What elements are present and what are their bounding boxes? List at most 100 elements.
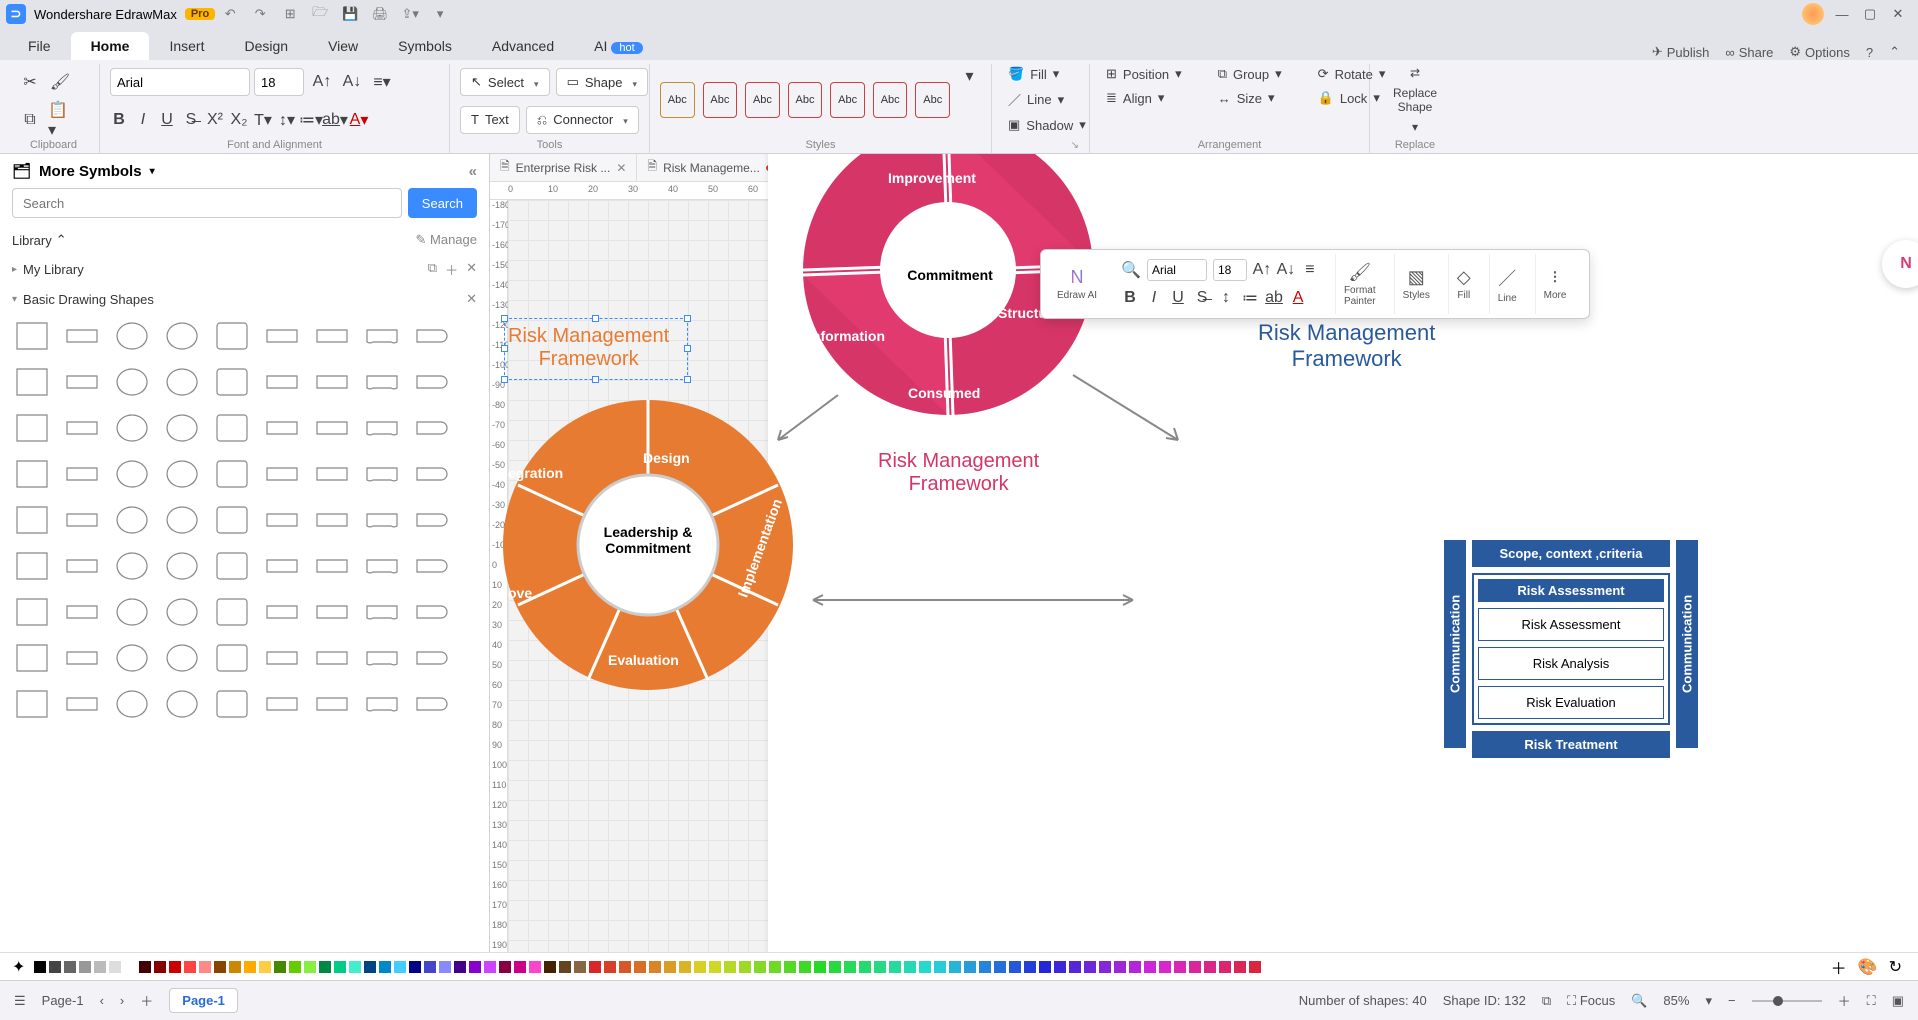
shape-stencil[interactable] xyxy=(12,641,52,675)
color-swatch[interactable] xyxy=(394,961,406,973)
color-swatch[interactable] xyxy=(934,961,946,973)
shape-stencil[interactable] xyxy=(62,503,102,537)
shape-stencil[interactable] xyxy=(62,365,102,399)
replace-shape-button[interactable]: ⇄Replace Shape ▾ xyxy=(1387,64,1443,136)
shape-stencil[interactable] xyxy=(212,595,252,629)
shape-stencil[interactable] xyxy=(412,503,452,537)
minimize-button[interactable]: — xyxy=(1828,3,1856,25)
basic-shapes-header[interactable]: ▾Basic Drawing Shapes✕ xyxy=(0,285,489,313)
ft-bold[interactable]: B xyxy=(1121,286,1139,310)
shape-stencil[interactable] xyxy=(312,503,352,537)
color-swatch[interactable] xyxy=(334,961,346,973)
increase-font-button[interactable]: A↑ xyxy=(310,70,334,94)
color-swatch[interactable] xyxy=(499,961,511,973)
shape-stencil[interactable] xyxy=(62,411,102,445)
ft-highlight[interactable]: ab xyxy=(1265,286,1283,310)
line-button[interactable]: ／ Line ▾ xyxy=(1002,88,1079,111)
color-swatch[interactable] xyxy=(889,961,901,973)
color-swatch[interactable] xyxy=(589,961,601,973)
color-swatch[interactable] xyxy=(979,961,991,973)
shape-stencil[interactable] xyxy=(262,365,302,399)
palette-action[interactable]: 🎨 xyxy=(1858,957,1878,977)
ft-edraw-ai[interactable]: NEdraw AI xyxy=(1049,254,1105,314)
doc-tab-1-close[interactable]: ✕ xyxy=(616,161,626,175)
size-button[interactable]: ↔ Size ▾ xyxy=(1212,88,1288,108)
ft-align[interactable]: ≡ xyxy=(1301,258,1319,282)
shape-stencil[interactable] xyxy=(362,457,402,491)
shape-stencil[interactable] xyxy=(362,687,402,721)
cut-button[interactable]: ✂ xyxy=(18,70,42,94)
label-right[interactable]: Risk Management Framework xyxy=(1258,320,1435,372)
shape-stencil[interactable] xyxy=(162,457,202,491)
label-mid[interactable]: Risk Management Framework xyxy=(878,450,1039,496)
shape-stencil[interactable] xyxy=(212,411,252,445)
color-swatch[interactable] xyxy=(1009,961,1021,973)
manage-button[interactable]: ✎ Manage xyxy=(416,232,478,248)
shape-stencil[interactable] xyxy=(412,687,452,721)
color-swatch[interactable] xyxy=(784,961,796,973)
ft-fill[interactable]: ◇Fill xyxy=(1448,254,1479,314)
shape-stencil[interactable] xyxy=(412,365,452,399)
shape-stencil[interactable] xyxy=(262,595,302,629)
color-swatch[interactable] xyxy=(769,961,781,973)
my-lib-add-icon[interactable]: ＋ xyxy=(445,260,458,279)
shape-stencil[interactable] xyxy=(312,641,352,675)
qat-more-button[interactable]: ▾ xyxy=(429,3,451,25)
color-swatch[interactable] xyxy=(619,961,631,973)
ft-line[interactable]: ／Line xyxy=(1489,254,1525,314)
my-lib-close-icon[interactable]: ✕ xyxy=(466,260,477,279)
doc-tab-2[interactable]: 🗎 Risk Manageme... xyxy=(637,154,782,181)
color-swatch[interactable] xyxy=(919,961,931,973)
shape-stencil[interactable] xyxy=(162,319,202,353)
symbol-search-input[interactable] xyxy=(12,188,402,218)
shape-stencil[interactable] xyxy=(312,595,352,629)
ft-search-icon[interactable]: 🔍 xyxy=(1121,260,1141,280)
shape-stencil[interactable] xyxy=(162,687,202,721)
color-swatch[interactable] xyxy=(529,961,541,973)
shape-stencil[interactable] xyxy=(162,549,202,583)
color-swatch[interactable] xyxy=(1069,961,1081,973)
ft-more[interactable]: ⁝More xyxy=(1535,254,1575,314)
shape-stencil[interactable] xyxy=(112,457,152,491)
library-row[interactable]: Library ⌃ ✎ Manage xyxy=(0,226,489,254)
color-swatch[interactable] xyxy=(169,961,181,973)
shape-stencil[interactable] xyxy=(12,595,52,629)
color-swatch[interactable] xyxy=(484,961,496,973)
options-button[interactable]: ⚙ Options xyxy=(1789,44,1849,60)
print-button[interactable]: 🖨 xyxy=(369,3,391,25)
color-swatch[interactable] xyxy=(124,961,136,973)
color-swatch[interactable] xyxy=(544,961,556,973)
style-swatch-3[interactable]: Abc xyxy=(745,82,780,118)
shape-stencil[interactable] xyxy=(112,365,152,399)
shape-stencil[interactable] xyxy=(112,595,152,629)
shape-stencil[interactable] xyxy=(12,549,52,583)
style-swatch-7[interactable]: Abc xyxy=(915,82,950,118)
color-swatch[interactable] xyxy=(1159,961,1171,973)
basic-shapes-close-icon[interactable]: ✕ xyxy=(466,291,477,307)
color-swatch[interactable] xyxy=(994,961,1006,973)
shape-stencil[interactable] xyxy=(62,687,102,721)
shape-stencil[interactable] xyxy=(362,595,402,629)
shape-stencil[interactable] xyxy=(262,319,302,353)
ft-inc-font[interactable]: A↑ xyxy=(1253,258,1271,282)
color-swatch[interactable] xyxy=(304,961,316,973)
color-swatch[interactable] xyxy=(949,961,961,973)
ft-color[interactable]: A xyxy=(1289,286,1307,310)
shadow-button[interactable]: ▣ Shadow ▾ xyxy=(1002,115,1079,135)
collapse-ribbon-button[interactable]: ⌃ xyxy=(1889,44,1900,60)
status-layers-icon[interactable]: ⧉ xyxy=(1542,993,1551,1009)
color-swatch[interactable] xyxy=(244,961,256,973)
menu-design[interactable]: Design xyxy=(224,32,308,60)
shape-stencil[interactable] xyxy=(162,411,202,445)
selection-box[interactable] xyxy=(504,318,688,380)
shape-stencil[interactable] xyxy=(412,549,452,583)
fit-page-button[interactable]: ⛶ xyxy=(1867,993,1876,1009)
select-tool-button[interactable]: ↖ Select xyxy=(460,68,550,96)
ft-format-painter[interactable]: 🖌Format Painter xyxy=(1335,254,1384,314)
close-button[interactable]: ✕ xyxy=(1884,3,1912,25)
color-swatch[interactable] xyxy=(829,961,841,973)
color-swatch[interactable] xyxy=(349,961,361,973)
shape-stencil[interactable] xyxy=(312,549,352,583)
color-swatch[interactable] xyxy=(574,961,586,973)
shape-stencil[interactable] xyxy=(12,503,52,537)
